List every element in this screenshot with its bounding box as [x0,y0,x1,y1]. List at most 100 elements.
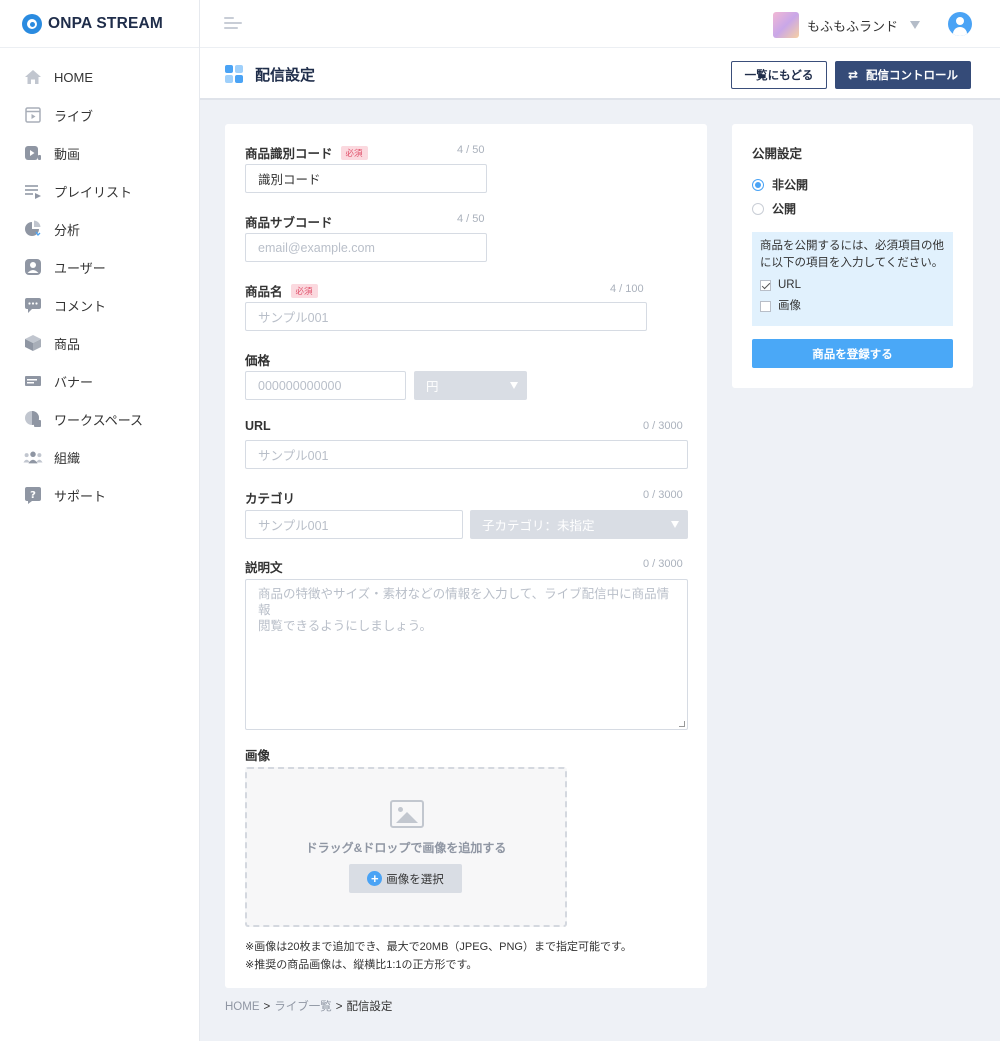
sidebar-item-comments[interactable]: コメント [0,286,199,324]
organization-icon [23,447,43,467]
chevron-down-icon [910,21,920,29]
sidebar-item-analytics[interactable]: 分析 [0,210,199,248]
sidebar-item-support[interactable]: ? サポート [0,476,199,514]
name-label: 商品名 必須 [245,281,318,300]
name-label-text: 商品名 [245,285,283,299]
dropzone-text: ドラッグ&ドロップで画像を追加する [305,841,507,855]
url-label: URL [245,419,271,433]
check-item-url: URL [760,277,945,294]
description-label: 説明文 [245,561,283,575]
subcode-input[interactable]: email@example.com [245,233,487,262]
account-name: もふもふランド [806,18,898,34]
account-avatar [772,12,799,38]
image-dropzone[interactable]: ドラッグ&ドロップで画像を追加する + 画像を選択 [245,767,567,927]
page-title: 配信設定 [255,67,316,84]
user-menu-icon[interactable] [948,12,972,36]
breadcrumb-item[interactable]: ライブ一覧 [274,1001,332,1013]
sidebar-item-users[interactable]: ユーザー [0,248,199,286]
subcode-counter: 4 / 50 [457,213,485,225]
subcategory-value: 子カテゴリ：未指定 [482,519,595,533]
radio-label: 公開 [772,202,797,216]
sidebar-item-products[interactable]: 商品 [0,324,199,362]
radio-button-selected [752,178,764,191]
category-label: カテゴリ [245,492,296,506]
image-note: ※画像は20枚まで追加でき、最大で20MB（JPEG、PNG）まで指定可能です。 [245,941,632,953]
svg-text:?: ? [30,490,36,501]
publish-info-box: 商品を公開するには、必須項目の他 に以下の項目を入力してください。 URL 画像 [752,232,953,326]
user-icon [23,257,43,277]
product-icon [23,333,43,353]
sidebar-item-organization[interactable]: 組織 [0,438,199,476]
settings-grid-icon [225,65,243,83]
top-bar: もふもふランド [200,0,1000,48]
url-input[interactable]: サンプル001 [245,440,688,469]
sidebar-item-label: 動画 [54,146,81,162]
check-label: URL [778,279,802,291]
sidebar-item-label: ユーザー [54,260,106,276]
sidebar-nav: HOME ライブ 動画 プレイリスト 分析 ユーザー コメント 商品 バナー ワ… [0,48,199,514]
swap-icon: ⇄ [847,68,859,82]
code-label: 商品識別コード 必須 [245,143,368,162]
code-input[interactable]: 識別コード [245,164,487,193]
category-input[interactable]: サンプル001 [245,510,463,539]
sidebar-item-banner[interactable]: バナー [0,362,199,400]
breadcrumb-separator: > [263,1001,271,1013]
breadcrumb-current: 配信設定 [346,1001,393,1013]
select-image-button[interactable]: + 画像を選択 [349,864,462,893]
logo-text: ONPA STREAM [48,14,164,32]
back-to-list-button[interactable]: 一覧にもどる [731,61,827,89]
sidebar-item-workspace[interactable]: ワークスペース [0,400,199,438]
info-text: 商品を公開するには、必須項目の他 [760,240,944,252]
sidebar-item-home[interactable]: HOME [0,58,199,96]
chevron-down-icon [671,521,679,528]
video-icon [23,143,43,163]
sidebar-item-label: 分析 [54,222,81,238]
radio-button [752,202,764,215]
resize-handle-icon[interactable] [679,721,685,727]
checkbox-checked-icon [760,280,771,291]
description-placeholder-line: 商品の特徴やサイズ・素材などの情報を入力して、ライブ配信中に商品情報 [258,587,670,617]
description-counter: 0 / 3000 [643,558,683,570]
live-icon [23,105,43,125]
sidebar-item-label: ワークスペース [54,412,144,428]
breadcrumb-separator: > [335,1001,343,1013]
price-input[interactable]: 000000000000 [245,371,406,400]
code-counter: 4 / 50 [457,144,485,156]
image-note: ※推奨の商品画像は、縦横比1:1の正方形です。 [245,959,478,971]
publish-settings-card: 公開設定 非公開 公開 商品を公開するには、必須項目の他 に以下の項目を入力して… [732,124,973,388]
breadcrumb-item[interactable]: HOME [225,1001,260,1013]
analytics-icon [23,219,43,239]
currency-select[interactable]: 円 [414,371,527,400]
account-switcher[interactable]: もふもふランド [772,12,920,38]
description-textarea[interactable]: 商品の特徴やサイズ・素材などの情報を入力して、ライブ配信中に商品情報 閲覧できる… [245,579,688,730]
stream-control-button[interactable]: ⇄ 配信コントロール [835,61,971,89]
sidebar-item-label: 商品 [54,336,81,352]
menu-toggle-icon[interactable] [224,17,242,31]
description-placeholder-line: 閲覧できるようにしましょう。 [258,619,433,633]
sidebar-item-label: 組織 [54,450,81,466]
radio-public[interactable]: 公開 [752,200,796,217]
register-product-button[interactable]: 商品を登録する [752,339,953,368]
logo-icon [22,13,42,34]
sidebar-item-label: コメント [54,298,107,314]
sidebar-item-playlist[interactable]: プレイリスト [0,172,199,210]
logo[interactable]: ONPA STREAM [0,0,199,48]
playlist-icon [23,181,43,201]
subcategory-select[interactable]: 子カテゴリ：未指定 [470,510,688,539]
sidebar-item-live[interactable]: ライブ [0,96,199,134]
sidebar-item-video[interactable]: 動画 [0,134,199,172]
chevron-down-icon [510,382,518,389]
name-input[interactable]: サンプル001 [245,302,647,331]
sidebar-item-label: HOME [54,69,93,85]
publish-title: 公開設定 [752,147,803,161]
image-label: 画像 [245,749,271,763]
home-icon [23,67,43,87]
required-badge: 必須 [340,145,368,160]
code-label-text: 商品識別コード [245,147,333,161]
banner-icon [23,371,43,391]
workspace-icon [23,409,43,429]
breadcrumb: HOME > ライブ一覧 > 配信設定 [225,998,392,1014]
check-label: 画像 [778,300,801,312]
radio-private[interactable]: 非公開 [752,176,808,193]
product-form-card: 商品識別コード 必須 4 / 50 識別コード 商品サブコード 4 / 50 e… [225,124,707,988]
